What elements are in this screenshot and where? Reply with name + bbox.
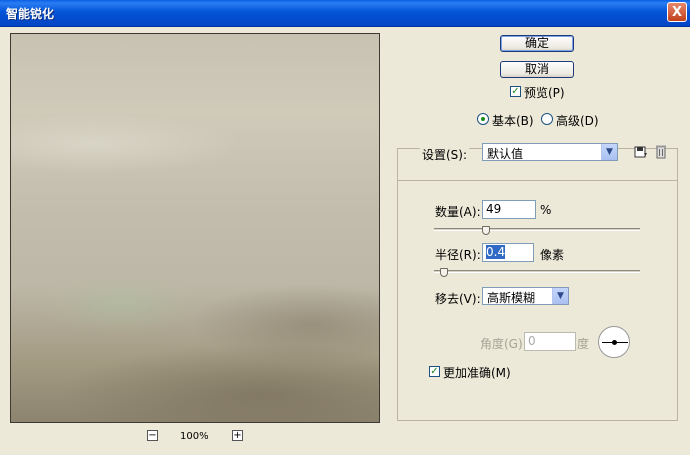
angle-unit: 度 [577, 337, 590, 351]
remove-value: 高斯模糊 [487, 291, 536, 305]
radius-unit: 像素 [540, 248, 565, 262]
advanced-radio[interactable] [541, 113, 553, 125]
more-accurate-label: 更加准确(M) [443, 366, 511, 380]
amount-slider-thumb[interactable] [481, 226, 490, 235]
settings-label: 设置(S): [420, 146, 470, 163]
preview-image[interactable] [10, 33, 380, 423]
title-bar: 智能锐化 X [0, 0, 690, 27]
amount-unit: % [540, 203, 552, 217]
amount-value: 49 [486, 202, 502, 216]
angle-value: 0 [528, 334, 536, 348]
chevron-down-icon: ▼ [552, 288, 568, 304]
remove-label: 移去(V): [435, 292, 481, 306]
angle-label: 角度(G): [480, 337, 527, 351]
preview-checkbox-label: 预览(P) [524, 86, 565, 100]
zoom-out-button[interactable]: − [147, 430, 158, 441]
close-button[interactable]: X [667, 2, 687, 22]
radius-label: 半径(R): [435, 248, 481, 262]
cancel-button[interactable]: 取消 [500, 61, 574, 78]
ok-button[interactable]: 确定 [500, 35, 574, 52]
close-icon: X [671, 5, 683, 20]
save-preset-icon[interactable] [634, 145, 648, 159]
remove-dropdown[interactable]: 高斯模糊 ▼ [482, 287, 569, 305]
minus-icon: − [148, 430, 157, 441]
amount-label: 数量(A): [435, 205, 481, 219]
basic-radio[interactable] [477, 113, 489, 125]
settings-group [397, 148, 678, 421]
angle-input: 0 [524, 332, 576, 351]
advanced-radio-label: 高级(D) [556, 114, 599, 128]
settings-dropdown[interactable]: 默认值 ▼ [482, 143, 618, 161]
radius-input[interactable]: 0.4 [482, 243, 534, 262]
radius-slider[interactable] [434, 270, 640, 273]
divider [398, 180, 677, 181]
zoom-in-button[interactable]: + [232, 430, 243, 441]
more-accurate-checkbox[interactable]: ✓ [429, 366, 440, 377]
plus-icon: + [233, 430, 242, 441]
radius-value: 0.4 [486, 245, 506, 259]
amount-slider[interactable] [434, 228, 640, 231]
chevron-down-icon: ▼ [601, 144, 617, 160]
zoom-level: 100% [180, 431, 209, 442]
preview-checkbox[interactable]: ✓ [510, 86, 521, 97]
angle-dial [598, 326, 630, 358]
window-title: 智能锐化 [6, 7, 55, 21]
trash-icon[interactable] [655, 144, 667, 159]
settings-value: 默认值 [487, 147, 524, 161]
basic-radio-label: 基本(B) [492, 114, 534, 128]
amount-input[interactable]: 49 [482, 200, 536, 219]
